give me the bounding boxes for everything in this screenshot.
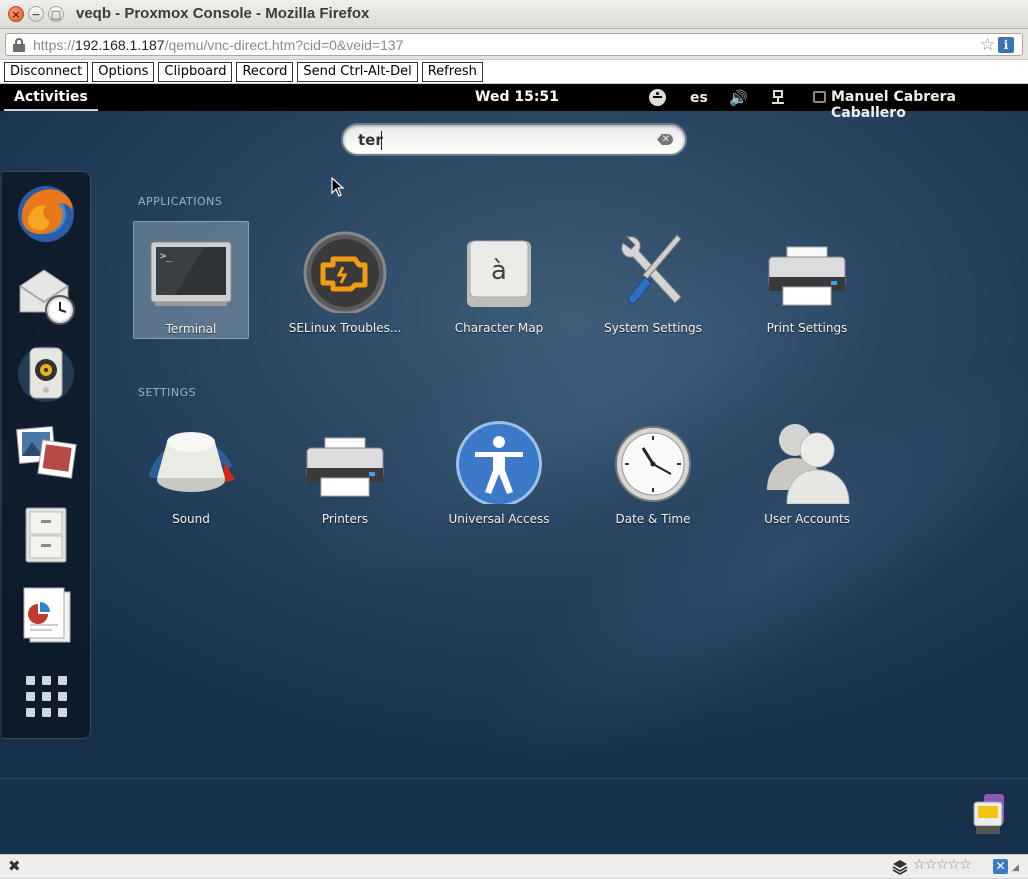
dash <box>2 171 91 739</box>
firefox-titlebar: × − □ veqb - Proxmox Console - Mozilla F… <box>0 0 1028 29</box>
accessibility-icon[interactable] <box>649 89 666 106</box>
app-terminal[interactable]: >_ Terminal <box>133 221 249 339</box>
setting-user-accounts[interactable]: User Accounts <box>747 412 867 530</box>
bookmark-star-icon[interactable]: ☆ <box>980 35 995 55</box>
resize-grip-icon[interactable]: ◢ <box>1012 863 1019 873</box>
files-icon[interactable] <box>12 500 80 568</box>
app-label: SELinux Troubles... <box>288 321 402 335</box>
window-controls: × − □ <box>8 6 64 22</box>
app-label: System Settings <box>604 321 702 335</box>
setting-date-time[interactable]: Date & Time <box>593 412 713 530</box>
navigation-toolbar: https://192.168.1.187/qemu/vnc-direct.ht… <box>0 29 1028 60</box>
close-addon-bar-icon[interactable]: ✖ <box>8 857 21 875</box>
app-print-settings[interactable]: Print Settings <box>747 221 867 339</box>
rating-stars[interactable]: ☆☆☆☆☆ <box>913 857 972 873</box>
universal-access-icon <box>453 418 545 507</box>
clear-search-icon[interactable]: ✕ <box>657 134 673 145</box>
setting-printers[interactable]: Printers <box>285 412 405 530</box>
clock[interactable]: Wed 15:51 <box>475 89 559 105</box>
window-maximize-button[interactable]: □ <box>48 6 64 22</box>
addon-bar: ✖ ☆☆☆☆☆ ✕ ◢ <box>0 854 1028 878</box>
app-selinux-troubleshooter[interactable]: SELinux Troubles... <box>285 221 405 339</box>
url-host: 192.168.1.187 <box>75 37 165 53</box>
search-query: ter <box>358 131 383 149</box>
message-tray-separator <box>0 778 1028 779</box>
notification-tray-icon[interactable] <box>970 792 1010 836</box>
text-caret <box>381 131 382 150</box>
settings-section-header: SETTINGS <box>138 386 197 399</box>
printers-icon <box>299 418 391 504</box>
search-input[interactable]: ter ✕ <box>341 123 687 156</box>
app-system-settings[interactable]: System Settings <box>593 221 713 339</box>
activities-button[interactable]: Activities <box>4 84 98 111</box>
network-icon[interactable] <box>772 90 784 105</box>
gnome-top-bar: Activities Wed 15:51 es 🔊 Manuel Cabrera… <box>0 84 1028 121</box>
character-map-glyph: à <box>491 256 507 286</box>
setting-sound[interactable]: Sound <box>131 412 251 530</box>
system-settings-icon <box>607 227 699 313</box>
app-label: Character Map <box>454 321 544 335</box>
printer-icon <box>761 227 853 313</box>
character-map-icon: à <box>453 227 545 313</box>
office-icon[interactable] <box>12 580 80 648</box>
user-menu[interactable]: Manuel Cabrera Caballero <box>831 89 1028 121</box>
url-bar[interactable]: https://192.168.1.187/qemu/vnc-direct.ht… <box>5 33 1023 56</box>
app-label: Print Settings <box>766 321 848 335</box>
clipboard-button[interactable]: Clipboard <box>158 62 233 82</box>
sound-icon <box>145 418 237 504</box>
disconnect-button[interactable]: Disconnect <box>4 62 89 82</box>
mail-icon[interactable] <box>12 260 80 328</box>
record-button[interactable]: Record <box>236 62 294 82</box>
applications-section-header: APPLICATIONS <box>138 195 223 208</box>
terminal-icon: >_ <box>145 228 237 314</box>
setting-label: User Accounts <box>764 512 850 526</box>
show-applications-icon[interactable] <box>12 662 80 730</box>
addon-icon[interactable]: ✕ <box>993 859 1008 874</box>
app-label: Terminal <box>165 322 217 336</box>
users-icon <box>761 418 853 505</box>
selinux-icon <box>299 227 391 315</box>
gnome-desktop: Activities Wed 15:51 es 🔊 Manuel Cabrera… <box>0 84 1028 854</box>
user-status-icon[interactable] <box>813 91 826 103</box>
firefox-icon[interactable] <box>12 180 80 248</box>
clock-icon <box>607 418 699 504</box>
layers-icon[interactable] <box>892 859 908 875</box>
keyboard-language-indicator[interactable]: es <box>690 90 708 106</box>
url-path: /qemu/vnc-direct.htm?cid=0&veid=137 <box>164 37 404 53</box>
setting-label: Date & Time <box>615 512 691 526</box>
setting-label: Printers <box>321 512 369 526</box>
url-prefix: https:// <box>33 37 76 53</box>
photos-icon[interactable] <box>12 420 80 488</box>
setting-label: Sound <box>172 512 210 526</box>
svg-text:>_: >_ <box>160 251 173 262</box>
sound-app-icon[interactable] <box>12 340 80 408</box>
options-button[interactable]: Options <box>92 62 155 82</box>
window-minimize-button[interactable]: − <box>28 6 44 22</box>
info-icon[interactable]: i <box>998 37 1014 53</box>
setting-universal-access[interactable]: Universal Access <box>439 412 559 530</box>
send-ctrl-alt-del-button[interactable]: Send Ctrl-Alt-Del <box>297 62 418 82</box>
app-character-map[interactable]: à Character Map <box>439 221 559 339</box>
url-text[interactable]: https://192.168.1.187/qemu/vnc-direct.ht… <box>33 37 403 53</box>
volume-icon[interactable]: 🔊 <box>729 89 748 107</box>
refresh-button[interactable]: Refresh <box>421 62 483 82</box>
setting-label: Universal Access <box>448 512 550 526</box>
vnc-toolbar: Disconnect Options Clipboard Record Send… <box>0 60 1028 84</box>
window-title: veqb - Proxmox Console - Mozilla Firefox <box>76 5 370 22</box>
window-close-button[interactable]: × <box>8 6 24 22</box>
lock-icon[interactable] <box>13 38 25 52</box>
